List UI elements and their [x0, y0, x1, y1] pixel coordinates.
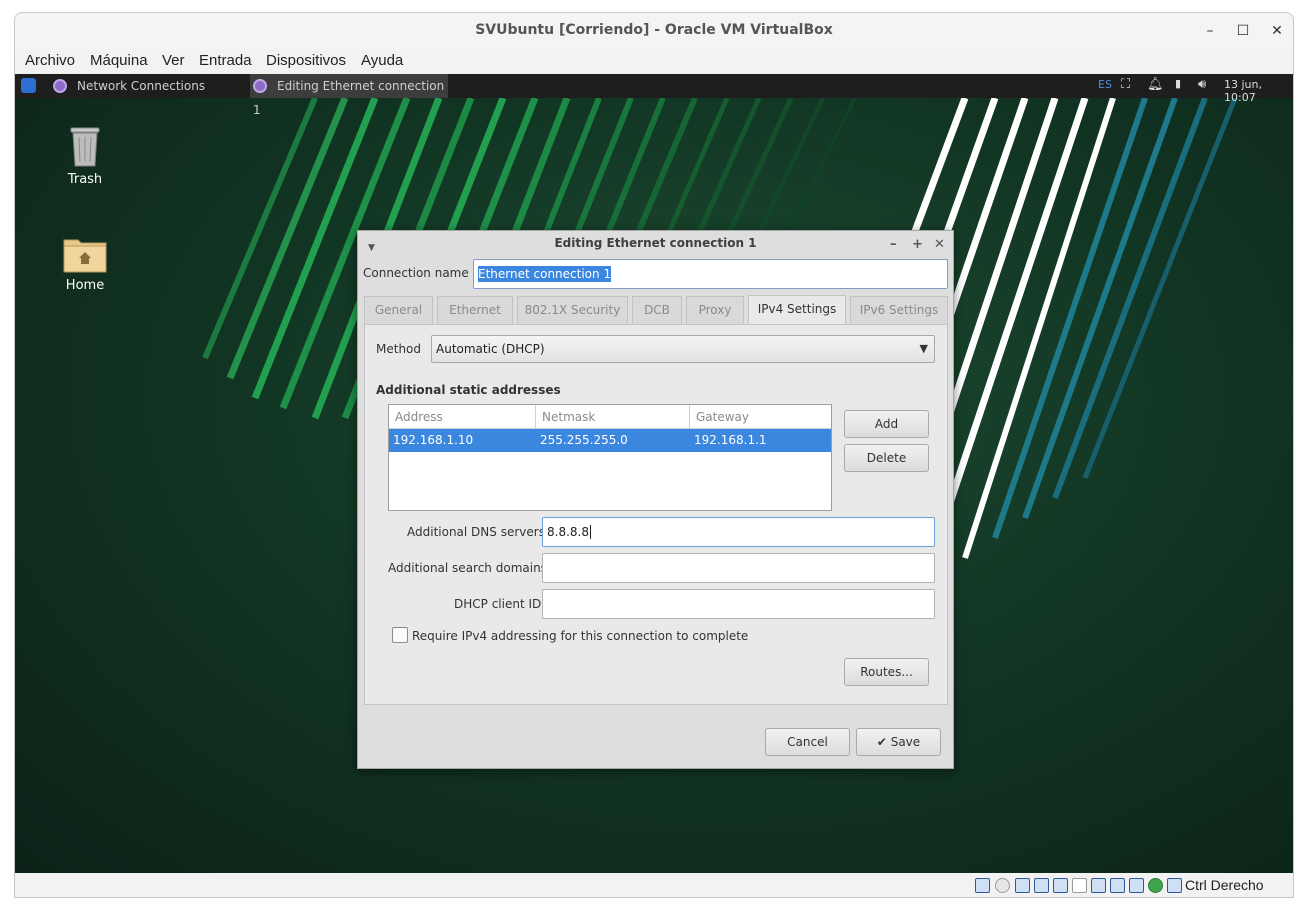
keyboard-layout-indicator[interactable]: ES — [1098, 78, 1112, 91]
dhcp-client-id-label: DHCP client ID — [454, 597, 542, 611]
require-ipv4-label[interactable]: Require IPv4 addressing for this connect… — [412, 629, 748, 643]
edit-connection-dialog: ▼ Editing Ethernet connection 1 – + ✕ Co… — [357, 230, 954, 769]
shared-folders-icon[interactable] — [1072, 878, 1087, 893]
window-titlebar[interactable]: SVUbuntu [Corriendo] - Oracle VM Virtual… — [15, 13, 1293, 49]
menu-ayuda[interactable]: Ayuda — [361, 52, 403, 69]
task-editing-ethernet[interactable]: Editing Ethernet connection 1 — [250, 74, 448, 117]
menu-dispositivos[interactable]: Dispositivos — [266, 52, 346, 69]
minimize-button[interactable]: – — [1200, 21, 1220, 41]
close-button[interactable]: ✕ — [1267, 21, 1287, 41]
desktop-icon-home[interactable]: Home — [50, 234, 120, 293]
display-icon[interactable] — [1091, 878, 1106, 893]
desktop-icon-label: Trash — [67, 172, 103, 187]
host-key-label: Ctrl Derecho — [1185, 877, 1264, 893]
tab-proxy[interactable]: Proxy — [686, 296, 744, 324]
text-cursor — [589, 525, 591, 539]
static-addresses-heading: Additional static addresses — [376, 383, 561, 397]
menu-bar: Archivo Máquina Ver Entrada Dispositivos… — [15, 49, 1293, 73]
column-header-netmask[interactable]: Netmask — [536, 405, 690, 429]
routes-button[interactable]: Routes... — [844, 658, 929, 686]
dialog-minimize-icon[interactable]: – — [890, 233, 897, 257]
cell-address: 192.168.1.10 — [393, 433, 474, 447]
recording-icon[interactable] — [1110, 878, 1125, 893]
require-ipv4-checkbox[interactable] — [392, 627, 408, 643]
network-adapter-icon[interactable] — [1034, 878, 1049, 893]
save-button[interactable]: ✔ Save — [856, 728, 941, 756]
top-panel: Network Connections Editing Ethernet con… — [15, 74, 1293, 117]
search-domains-label: Additional search domains — [388, 561, 547, 575]
column-header-gateway[interactable]: Gateway — [690, 405, 831, 429]
guest-additions-icon[interactable] — [1148, 878, 1163, 893]
method-label: Method — [376, 342, 422, 356]
tab-ipv4-settings[interactable]: IPv4 Settings — [748, 295, 846, 325]
volume-icon[interactable]: 🔊︎ — [1198, 77, 1206, 92]
menu-entrada[interactable]: Entrada — [199, 52, 252, 69]
status-bar: Ctrl Derecho — [15, 873, 1293, 897]
column-header-address[interactable]: Address — [389, 405, 536, 429]
battery-icon[interactable]: ▮ — [1175, 77, 1181, 90]
dialog-maximize-icon[interactable]: + — [912, 233, 923, 257]
audio-icon[interactable] — [1015, 878, 1030, 893]
guest-screen: Network Connections Editing Ethernet con… — [15, 74, 1293, 873]
cancel-button[interactable]: Cancel — [765, 728, 850, 756]
notification-bell-icon[interactable]: 🔔︎ — [1147, 77, 1164, 92]
hard-disk-icon[interactable] — [975, 878, 990, 893]
menu-maquina[interactable]: Máquina — [90, 52, 148, 69]
dialog-close-icon[interactable]: ✕ — [934, 233, 945, 257]
tab-8021x-security[interactable]: 802.1X Security — [517, 296, 628, 324]
menu-ver[interactable]: Ver — [162, 52, 185, 69]
keyboard-capture-icon[interactable] — [1167, 878, 1182, 893]
add-button[interactable]: Add — [844, 410, 929, 438]
task-label: Network Connections — [77, 79, 206, 93]
network-icon[interactable]: ⛶ — [1121, 77, 1130, 92]
dhcp-client-id-input[interactable] — [542, 589, 935, 619]
connection-name-label: Connection name — [363, 266, 469, 280]
virtualbox-window: SVUbuntu [Corriendo] - Oracle VM Virtual… — [14, 12, 1294, 898]
chevron-down-icon: ▼ — [919, 342, 928, 355]
tab-dcb[interactable]: DCB — [632, 296, 682, 324]
delete-button[interactable]: Delete — [844, 444, 929, 472]
trash-icon — [70, 127, 100, 167]
window-title: SVUbuntu [Corriendo] - Oracle VM Virtual… — [475, 22, 833, 38]
window-menu-icon[interactable]: ▼ — [368, 236, 375, 260]
tab-ipv6-settings[interactable]: IPv6 Settings — [850, 296, 948, 324]
static-addresses-table: Address Netmask Gateway 192.168.1.10 255… — [388, 404, 832, 511]
optical-drive-icon[interactable] — [995, 878, 1010, 893]
network-orb-icon — [253, 79, 267, 93]
tab-general[interactable]: General — [364, 296, 433, 324]
desktop-icon-trash[interactable]: Trash — [50, 122, 120, 187]
cell-netmask: 255.255.255.0 — [540, 433, 628, 447]
method-select[interactable]: Automatic (DHCP) ▼ — [431, 335, 935, 363]
usb-icon[interactable] — [1053, 878, 1068, 893]
network-orb-icon — [53, 79, 67, 93]
dialog-titlebar[interactable]: ▼ Editing Ethernet connection 1 – + ✕ — [358, 231, 953, 255]
task-network-connections[interactable]: Network Connections — [53, 74, 243, 98]
dns-label: Additional DNS servers — [407, 525, 545, 539]
table-row[interactable]: 192.168.1.10 255.255.255.0 192.168.1.1 — [389, 429, 831, 452]
dns-servers-input[interactable]: 8.8.8.8 — [542, 517, 935, 547]
connection-name-input[interactable]: Ethernet connection 1 — [473, 259, 948, 289]
tab-ethernet[interactable]: Ethernet — [437, 296, 513, 324]
dns-value: 8.8.8.8 — [547, 525, 589, 539]
cpu-icon[interactable] — [1129, 878, 1144, 893]
connection-name-value: Ethernet connection 1 — [478, 266, 612, 282]
desktop-icon-label: Home — [65, 278, 105, 293]
cell-gateway: 192.168.1.1 — [694, 433, 767, 447]
dialog-title: Editing Ethernet connection 1 — [554, 236, 757, 250]
menu-archivo[interactable]: Archivo — [25, 52, 75, 69]
panel-clock[interactable]: 13 jun, 10:07 — [1224, 78, 1293, 104]
search-domains-input[interactable] — [542, 553, 935, 583]
maximize-button[interactable]: ☐ — [1233, 21, 1253, 41]
home-folder-icon — [63, 239, 107, 273]
ipv4-settings-pane — [364, 324, 948, 705]
whisker-menu-icon[interactable] — [21, 78, 36, 93]
method-value: Automatic (DHCP) — [436, 342, 545, 356]
